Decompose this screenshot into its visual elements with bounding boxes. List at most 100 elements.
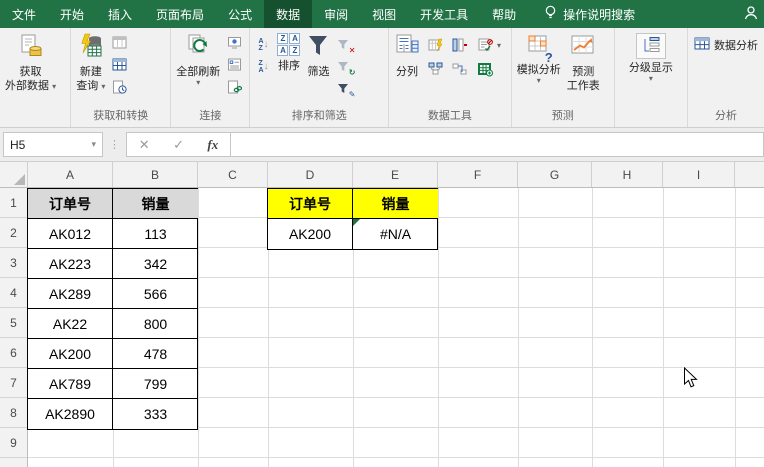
cell-b3[interactable]: 342: [113, 249, 198, 279]
ribbon-tab-bar: 文件 开始 插入 页面布局 公式 数据 审阅 视图 开发工具 帮助 操作说明搜索: [0, 0, 764, 28]
cell-a5[interactable]: AK22: [28, 309, 113, 339]
cell-a2[interactable]: AK012: [28, 219, 113, 249]
row-header-2[interactable]: 2: [0, 218, 27, 248]
row-header-9[interactable]: 9: [0, 428, 27, 458]
relationships-button[interactable]: [449, 61, 469, 78]
recent-sources-button[interactable]: [109, 78, 129, 95]
name-box-dropdown-icon[interactable]: ▾: [91, 139, 96, 150]
data-validation-button[interactable]: ▾: [475, 37, 501, 54]
column-header-d[interactable]: D: [268, 162, 353, 187]
edit-links-button[interactable]: [224, 78, 244, 95]
consolidate-button[interactable]: [425, 61, 445, 78]
forecast-sheet-button[interactable]: 预测 工作表: [564, 30, 603, 93]
cell-e2[interactable]: #N/A: [353, 219, 438, 249]
data-analysis-button[interactable]: 数据分析: [690, 30, 762, 60]
what-if-analysis-button[interactable]: ? 模拟分析 ▾: [514, 30, 564, 85]
advanced-filter-button[interactable]: ✎: [334, 80, 355, 99]
tab-page-layout[interactable]: 页面布局: [144, 0, 216, 28]
formula-buttons: ✕ ✓ fx: [126, 132, 231, 157]
tab-file[interactable]: 文件: [0, 0, 48, 28]
select-all-corner[interactable]: [0, 162, 28, 187]
column-header-g[interactable]: G: [518, 162, 592, 187]
name-box[interactable]: H5 ▾: [3, 132, 103, 157]
cell-b7[interactable]: 799: [113, 369, 198, 399]
group-label-sort-filter: 排序和筛选: [291, 110, 347, 122]
clear-filter-button[interactable]: ✕: [334, 36, 355, 55]
tab-developer[interactable]: 开发工具: [408, 0, 480, 28]
cell-b1[interactable]: 销量: [113, 189, 198, 219]
cell-b8[interactable]: 333: [113, 399, 198, 429]
text-to-columns-button[interactable]: 分列: [391, 30, 423, 79]
group-label-forecast: 预测: [551, 110, 574, 122]
source-table: 订单号 销量 AK012 113 AK223 342 AK289 566 AK2…: [27, 188, 198, 430]
tab-insert[interactable]: 插入: [96, 0, 144, 28]
sort-ascending-button[interactable]: AZ ↓: [253, 36, 273, 53]
tab-view[interactable]: 视图: [360, 0, 408, 28]
enter-button[interactable]: ✓: [173, 137, 184, 153]
cancel-button[interactable]: ✕: [139, 137, 150, 153]
formula-bar-handle-icon[interactable]: ⋮: [103, 138, 126, 151]
remove-duplicates-button[interactable]: [449, 37, 469, 54]
tell-me-search[interactable]: 操作说明搜索: [534, 0, 645, 28]
connections-button[interactable]: [224, 34, 244, 51]
row-header-5[interactable]: 5: [0, 308, 27, 338]
row-header-8[interactable]: 8: [0, 398, 27, 428]
refresh-all-label: 全部刷新: [176, 66, 221, 78]
cell-d2[interactable]: AK200: [268, 219, 353, 249]
row-header-1[interactable]: 1: [0, 188, 27, 218]
row-header-3[interactable]: 3: [0, 248, 27, 278]
filter-icon: [306, 33, 330, 65]
from-table-button[interactable]: [109, 56, 129, 73]
cell-a3[interactable]: AK223: [28, 249, 113, 279]
row-header-6[interactable]: 6: [0, 338, 27, 368]
cell-a7[interactable]: AK789: [28, 369, 113, 399]
reapply-filter-button[interactable]: ↻: [334, 58, 355, 77]
manage-data-model-button[interactable]: [475, 61, 495, 78]
show-queries-button[interactable]: [109, 34, 129, 51]
group-label-data-tools: 数据工具: [427, 110, 472, 122]
column-header-a[interactable]: A: [28, 162, 113, 187]
sort-button[interactable]: ZAAZ 排序: [274, 30, 303, 73]
properties-button[interactable]: [224, 56, 244, 73]
sort-descending-button[interactable]: ZA ↓: [253, 58, 273, 75]
cell-b5[interactable]: 800: [113, 309, 198, 339]
cells-area[interactable]: 订单号 销量 AK012 113 AK223 342 AK289 566 AK2…: [27, 188, 764, 467]
new-query-button[interactable]: 新建 查询 ▾: [73, 30, 108, 93]
get-external-data-button[interactable]: 获取 外部数据 ▾: [2, 30, 59, 93]
column-header-f[interactable]: F: [438, 162, 518, 187]
cell-a6[interactable]: AK200: [28, 339, 113, 369]
column-header-c[interactable]: C: [198, 162, 268, 187]
tab-formulas[interactable]: 公式: [216, 0, 264, 28]
insert-function-button[interactable]: fx: [207, 137, 218, 153]
column-header-h[interactable]: H: [592, 162, 663, 187]
forecast-sheet-icon: [570, 33, 596, 65]
data-analysis-icon: [694, 36, 710, 54]
cell-a4[interactable]: AK289: [28, 279, 113, 309]
column-header-b[interactable]: B: [113, 162, 198, 187]
cell-b4[interactable]: 566: [113, 279, 198, 309]
column-header-e[interactable]: E: [353, 162, 438, 187]
row-header-4[interactable]: 4: [0, 278, 27, 308]
cell-b2[interactable]: 113: [113, 219, 198, 249]
cell-e1[interactable]: 销量: [353, 189, 438, 219]
refresh-all-button[interactable]: 全部刷新 ▾: [173, 30, 223, 87]
row-header-7[interactable]: 7: [0, 368, 27, 398]
tab-review[interactable]: 审阅: [312, 0, 360, 28]
outline-button[interactable]: 分级显示 ▾: [626, 30, 676, 83]
column-header-i[interactable]: I: [663, 162, 735, 187]
filter-button[interactable]: 筛选: [303, 30, 333, 79]
select-all-triangle-icon: [14, 174, 25, 185]
account-button[interactable]: [742, 0, 764, 28]
cell-b6[interactable]: 478: [113, 339, 198, 369]
tab-help[interactable]: 帮助: [480, 0, 528, 28]
get-external-line2: 外部数据 ▾: [5, 80, 57, 92]
new-query-icon: [78, 33, 104, 65]
group-label-empty: [2, 107, 68, 127]
tab-home[interactable]: 开始: [48, 0, 96, 28]
cell-a1[interactable]: 订单号: [28, 189, 113, 219]
cell-a8[interactable]: AK2890: [28, 399, 113, 429]
tab-data[interactable]: 数据: [264, 0, 313, 28]
formula-input[interactable]: [231, 132, 764, 157]
flash-fill-button[interactable]: [425, 37, 445, 54]
cell-d1[interactable]: 订单号: [268, 189, 353, 219]
